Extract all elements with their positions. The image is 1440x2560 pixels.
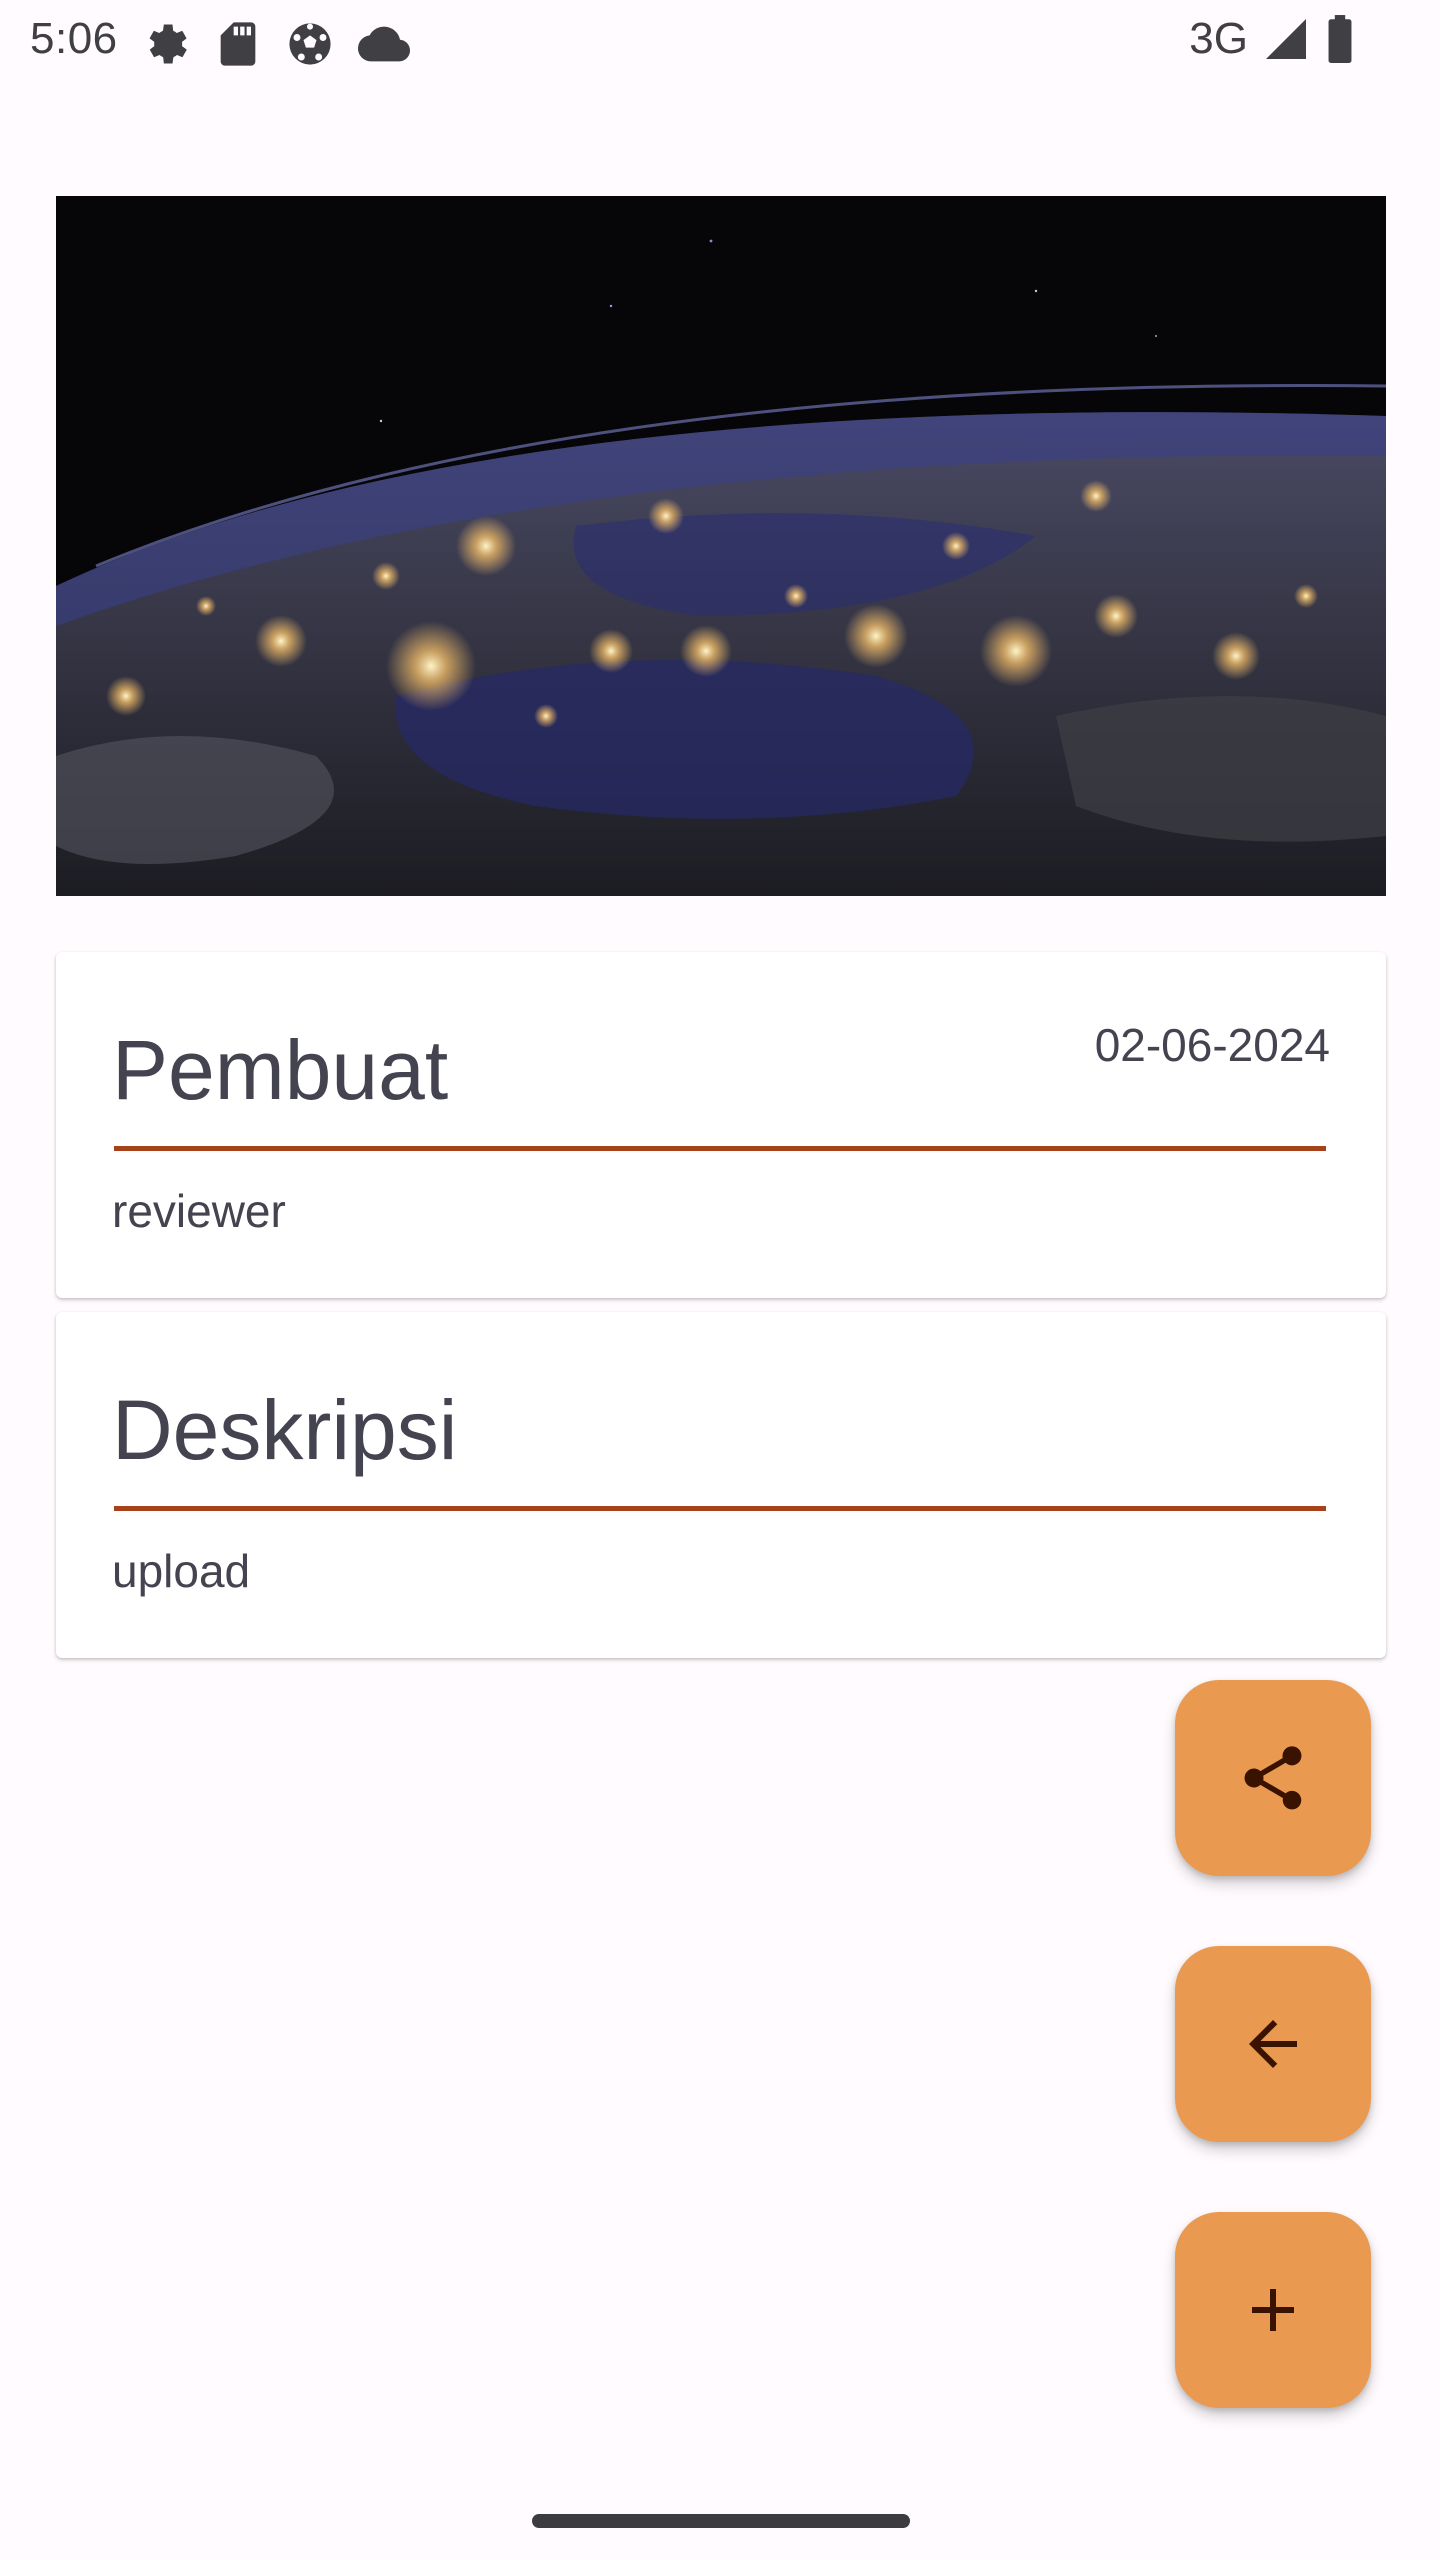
author-divider: [114, 1146, 1326, 1151]
system-status: 3G: [1189, 14, 1356, 64]
author-card: Pembuat 02-06-2024 reviewer: [56, 952, 1386, 1298]
settings-icon: [140, 18, 192, 66]
back-button[interactable]: [1175, 1946, 1371, 2142]
description-divider: [114, 1506, 1326, 1511]
earth-at-night-image: [56, 196, 1386, 896]
add-icon: [1252, 2289, 1294, 2331]
description-value: upload: [112, 1545, 251, 1597]
author-date: 02-06-2024: [1094, 1019, 1330, 1071]
share-button[interactable]: [1175, 1680, 1371, 1876]
status-time: 5:06: [30, 14, 118, 63]
notification-icons: [140, 18, 410, 66]
battery-icon: [1324, 14, 1356, 64]
sd-card-icon: [212, 18, 264, 66]
network-type: 3G: [1189, 14, 1248, 63]
cloud-icon: [356, 18, 410, 66]
soccer-ball-icon: [284, 18, 336, 66]
author-title: Pembuat: [112, 1023, 449, 1117]
screen: 5:06 3G Pembuat 02-06-2024 reviewer Desk…: [0, 0, 1440, 2560]
status-bar: 5:06 3G: [0, 0, 1440, 84]
share-icon: [1244, 1746, 1302, 1810]
description-title: Deskripsi: [112, 1383, 458, 1477]
description-card: Deskripsi upload: [56, 1312, 1386, 1658]
arrow-back-icon: [1249, 2020, 1297, 2068]
author-value: reviewer: [112, 1185, 286, 1237]
add-button[interactable]: [1175, 2212, 1371, 2408]
signal-icon: [1262, 15, 1310, 63]
gesture-nav-handle[interactable]: [532, 2514, 910, 2528]
